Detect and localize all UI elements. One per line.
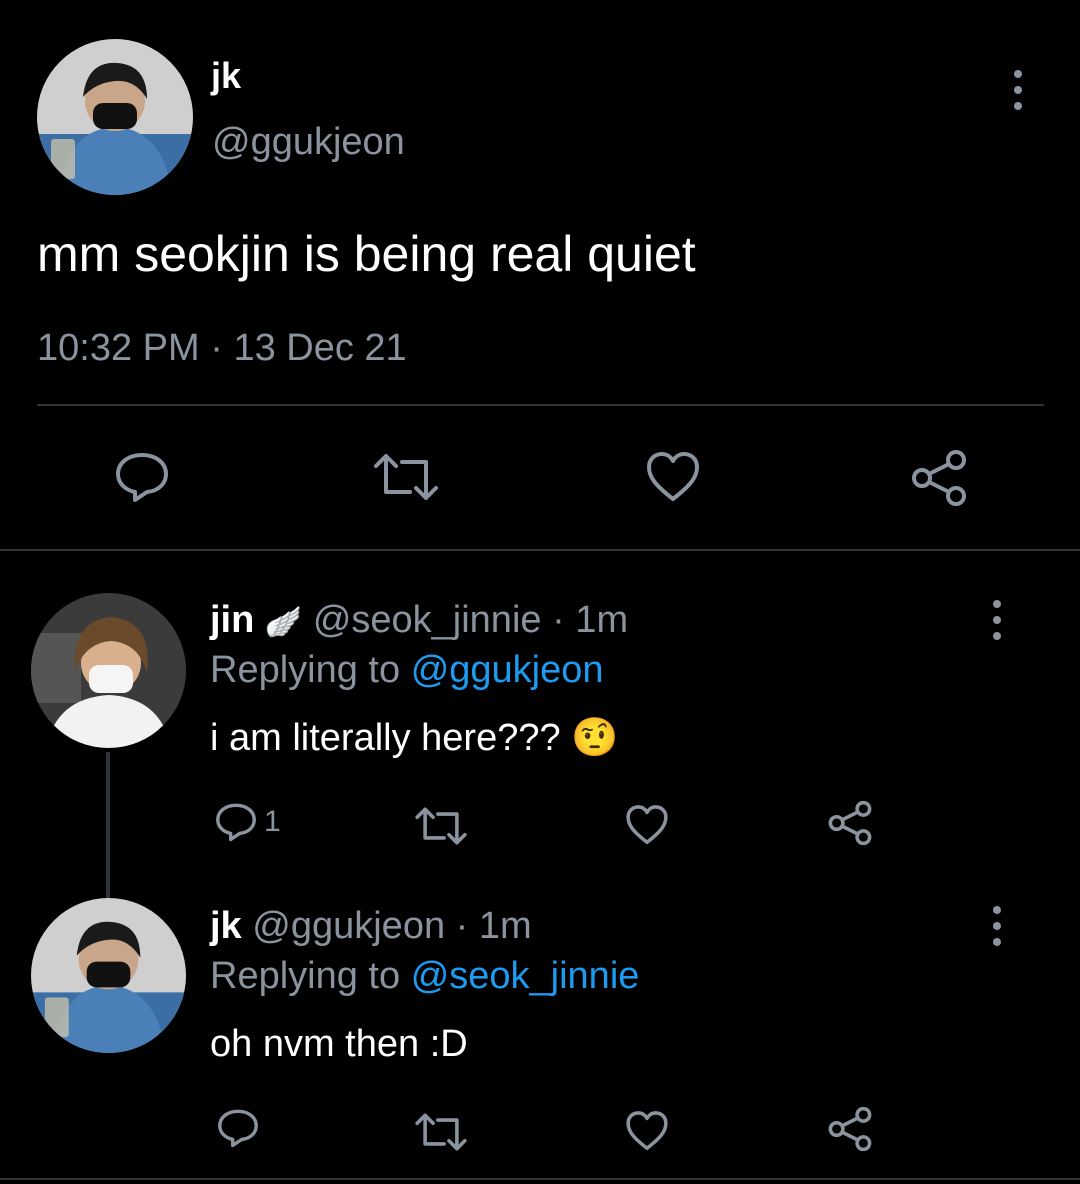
display-name[interactable]: jk (211, 55, 241, 97)
replying-prefix: Replying to (210, 649, 401, 691)
handle[interactable]: @seok_jinnie (313, 599, 542, 641)
more-options-icon[interactable] (998, 60, 1038, 120)
retweet-button[interactable] (414, 1112, 468, 1152)
retweet-button[interactable] (414, 806, 468, 846)
reply-button[interactable]: 1 (214, 800, 281, 844)
like-icon (647, 452, 699, 501)
reply-age: · 1m (455, 905, 532, 947)
reply-icon (218, 1109, 258, 1148)
reply-header: jin 🪽 @seok_jinnie · 1m (210, 598, 628, 645)
retweet-icon (374, 454, 438, 500)
like-button[interactable] (625, 1110, 669, 1152)
replying-to: Replying to @ggukjeon (210, 648, 604, 692)
divider (37, 404, 1044, 406)
share-icon (828, 1107, 872, 1151)
share-icon (828, 801, 872, 845)
divider (0, 549, 1080, 551)
display-name[interactable]: jin (210, 599, 254, 641)
more-options-icon[interactable] (977, 590, 1017, 650)
separator: · (210, 327, 223, 369)
avatar[interactable] (37, 39, 193, 195)
handle[interactable]: @ggukjeon (252, 905, 445, 947)
more-options-icon[interactable] (977, 896, 1017, 956)
avatar-image (31, 593, 186, 748)
share-icon (912, 450, 966, 506)
retweet-icon (415, 1113, 467, 1151)
divider (0, 1178, 1080, 1180)
emoji: 🤨 (571, 717, 619, 759)
display-name[interactable]: jk (210, 905, 242, 947)
reply-text-content: i am literally here??? (210, 717, 561, 759)
retweet-icon (415, 807, 467, 845)
tweet-text: mm seokjin is being real quiet (37, 226, 696, 282)
reply-count: 1 (264, 805, 281, 838)
tweet-timestamp: 10:32 PM · 13 Dec 21 (37, 326, 407, 370)
reply-button[interactable] (113, 449, 171, 505)
like-icon (626, 805, 668, 845)
handle[interactable]: @ggukjeon (212, 120, 405, 164)
reply-avatar[interactable] (31, 593, 186, 748)
name-emoji: 🪽 (264, 606, 303, 639)
like-button[interactable] (645, 451, 701, 503)
thread-line (106, 752, 110, 898)
like-button[interactable] (625, 804, 669, 846)
share-button[interactable] (910, 450, 968, 506)
reply-header: jk @ggukjeon · 1m (210, 904, 532, 948)
retweet-button[interactable] (372, 452, 440, 502)
replying-to-handle[interactable]: @ggukjeon (411, 649, 604, 691)
time[interactable]: 10:32 PM (37, 327, 200, 369)
reply-icon (116, 453, 168, 502)
share-button[interactable] (827, 1107, 873, 1151)
reply-button[interactable] (216, 1106, 260, 1150)
share-button[interactable] (827, 801, 873, 845)
avatar-image (31, 898, 186, 1053)
avatar-image (37, 39, 193, 195)
reply-avatar[interactable] (31, 898, 186, 1053)
replying-to-handle[interactable]: @seok_jinnie (411, 955, 640, 997)
replying-prefix: Replying to (210, 955, 401, 997)
reply-icon (216, 803, 256, 842)
replying-to: Replying to @seok_jinnie (210, 954, 639, 998)
reply-text: i am literally here??? 🤨 (210, 716, 619, 760)
date[interactable]: 13 Dec 21 (233, 327, 406, 369)
reply-age: · 1m (552, 599, 629, 641)
reply-text: oh nvm then :D (210, 1023, 468, 1065)
like-icon (626, 1111, 668, 1151)
